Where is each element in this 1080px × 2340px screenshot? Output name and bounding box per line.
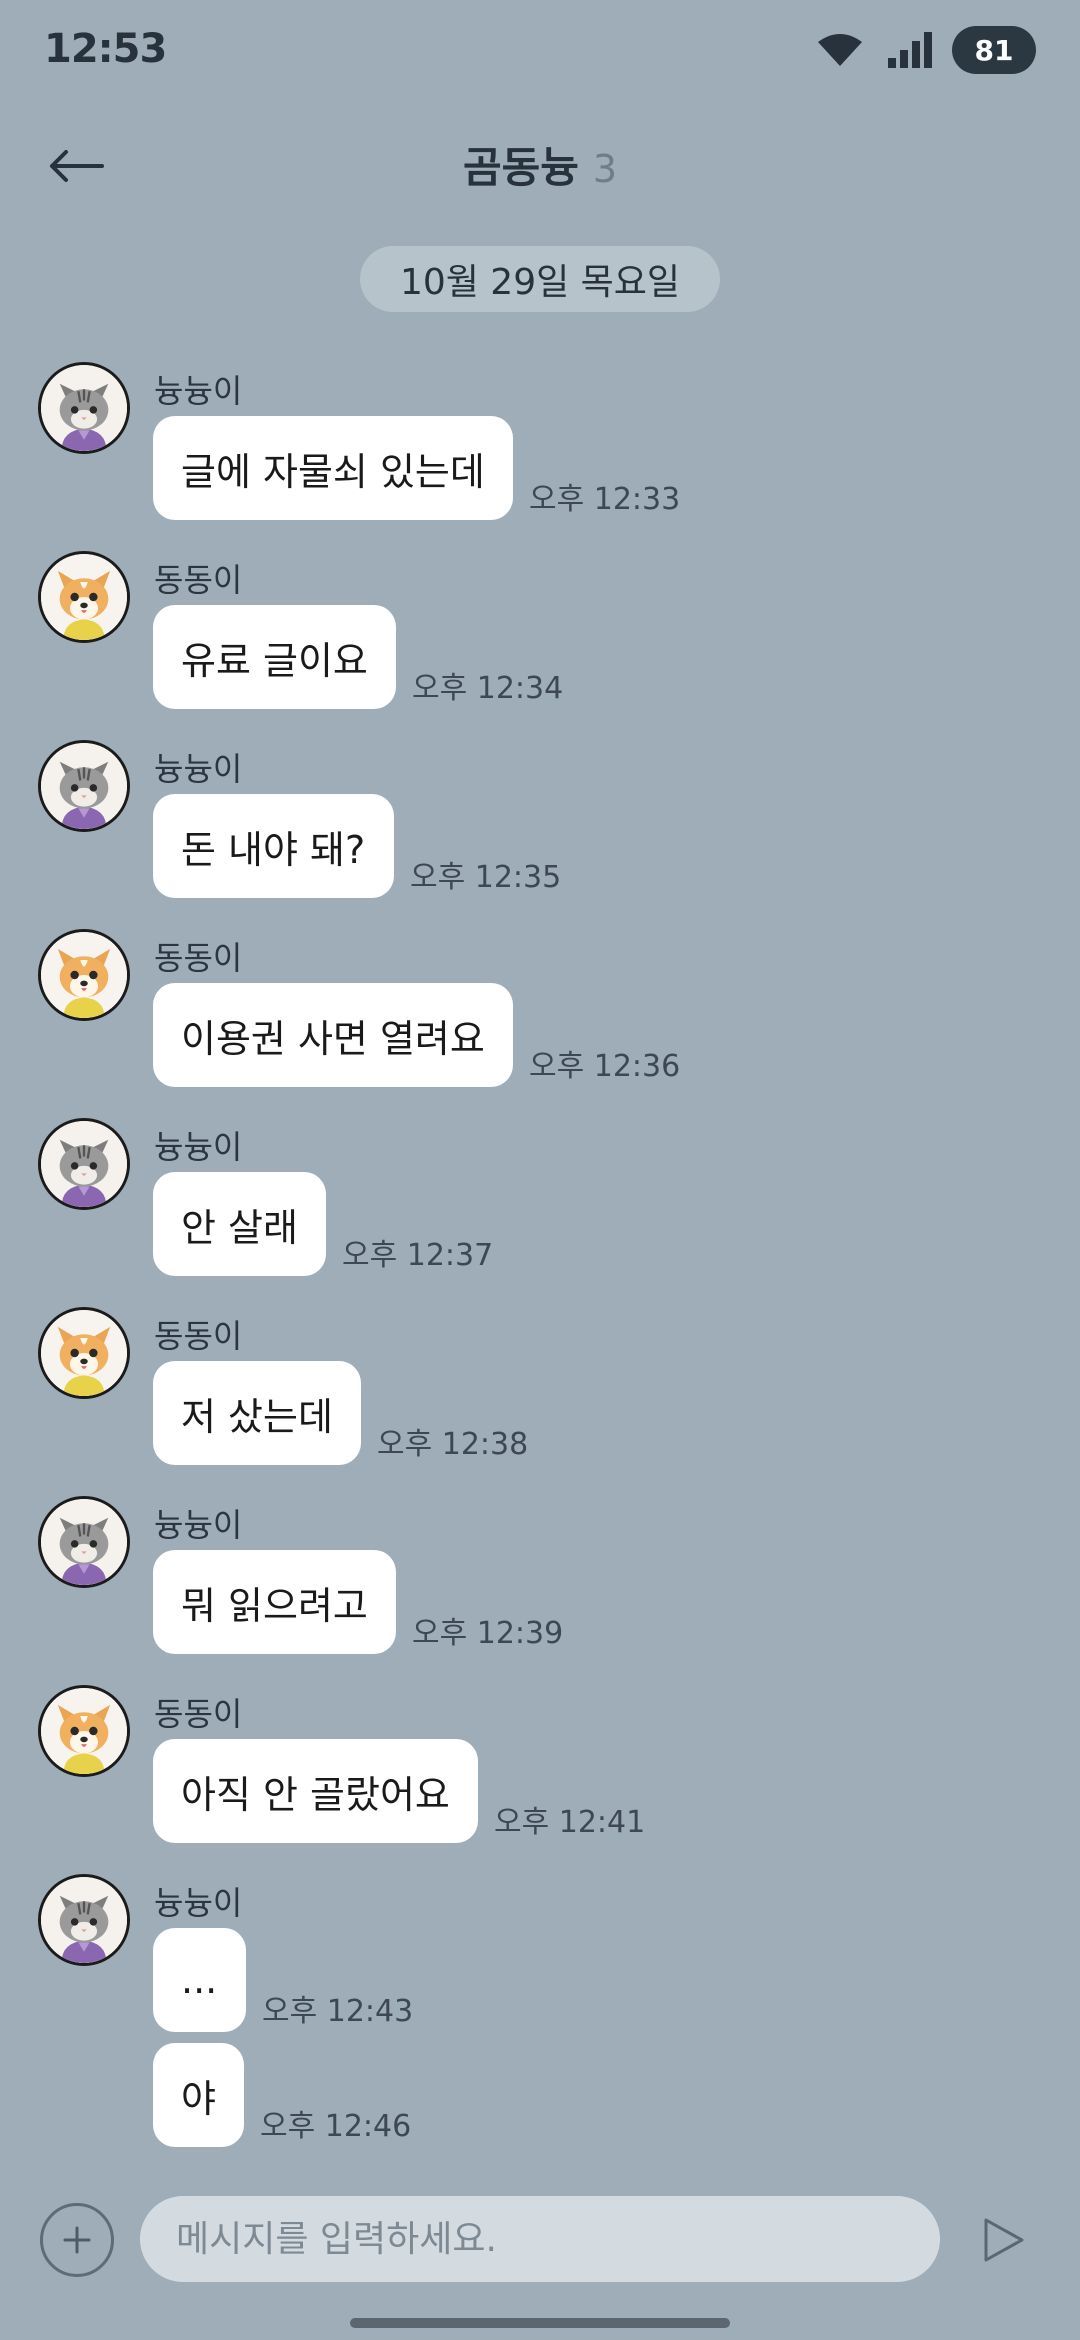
- dog-avatar[interactable]: [38, 1307, 130, 1399]
- sender-name: 동동이: [154, 939, 243, 977]
- message-time: 오후 12:41: [494, 1805, 646, 1840]
- cat-avatar[interactable]: [38, 1496, 130, 1588]
- message-time: 오후 12:46: [260, 2109, 412, 2144]
- message-bubble[interactable]: 안 살래: [153, 1172, 326, 1276]
- cat-avatar[interactable]: [38, 740, 130, 832]
- signal-icon: [888, 32, 932, 68]
- message-time: 오후 12:37: [342, 1238, 494, 1273]
- message-input[interactable]: [140, 2196, 940, 2282]
- dog-avatar[interactable]: [38, 929, 130, 1021]
- chat-screen: 12:53 81 곰동늉 3 10월 29일 목요일 늉늉이 글에 자물쇠 있는…: [0, 0, 1080, 2340]
- sender-name: 늉늉이: [154, 1506, 243, 1544]
- cat-avatar[interactable]: [38, 1874, 130, 1966]
- dog-avatar[interactable]: [38, 551, 130, 643]
- message-time: 오후 12:33: [529, 482, 681, 517]
- message-bubble[interactable]: 글에 자물쇠 있는데: [153, 416, 513, 520]
- chat-room-name: 곰동늉: [462, 143, 579, 192]
- chat-title: 곰동늉 3: [0, 134, 1080, 195]
- home-indicator[interactable]: [350, 2318, 730, 2328]
- sender-name: 늉늉이: [154, 750, 243, 788]
- sender-name: 늉늉이: [154, 1884, 243, 1922]
- message-bubble[interactable]: 이용권 사면 열려요: [153, 983, 513, 1087]
- message-bubble[interactable]: 야: [153, 2043, 244, 2147]
- wifi-icon: [818, 34, 862, 66]
- member-count: 3: [592, 147, 618, 191]
- dog-avatar[interactable]: [38, 1685, 130, 1777]
- message-bubble[interactable]: 돈 내야 돼?: [153, 794, 394, 898]
- message-time: 오후 12:36: [529, 1049, 681, 1084]
- message-bubble[interactable]: ...: [153, 1928, 246, 2032]
- cat-avatar[interactable]: [38, 1118, 130, 1210]
- message-time: 오후 12:43: [262, 1994, 414, 2029]
- send-icon: [984, 2218, 1024, 2262]
- sender-name: 동동이: [154, 1317, 243, 1355]
- battery-indicator: 81: [952, 26, 1036, 74]
- message-bubble[interactable]: 아직 안 골랐어요: [153, 1739, 478, 1843]
- cat-avatar[interactable]: [38, 362, 130, 454]
- sender-name: 동동이: [154, 561, 243, 599]
- status-icons: 81: [816, 26, 1036, 74]
- message-time: 오후 12:34: [412, 671, 564, 706]
- message-bubble[interactable]: 뭐 읽으려고: [153, 1550, 396, 1654]
- sender-name: 늉늉이: [154, 372, 243, 410]
- sender-name: 동동이: [154, 1695, 243, 1733]
- message-bubble[interactable]: 저 샀는데: [153, 1361, 361, 1465]
- status-time: 12:53: [44, 26, 167, 72]
- message-time: 오후 12:39: [412, 1616, 564, 1651]
- message-time: 오후 12:35: [410, 860, 562, 895]
- plus-icon: [63, 2226, 91, 2254]
- message-bubble[interactable]: 유료 글이요: [153, 605, 396, 709]
- sender-name: 늉늉이: [154, 1128, 243, 1166]
- message-time: 오후 12:38: [377, 1427, 529, 1462]
- send-button[interactable]: [976, 2210, 1032, 2270]
- date-divider: 10월 29일 목요일: [360, 246, 720, 312]
- attach-button[interactable]: [40, 2203, 114, 2277]
